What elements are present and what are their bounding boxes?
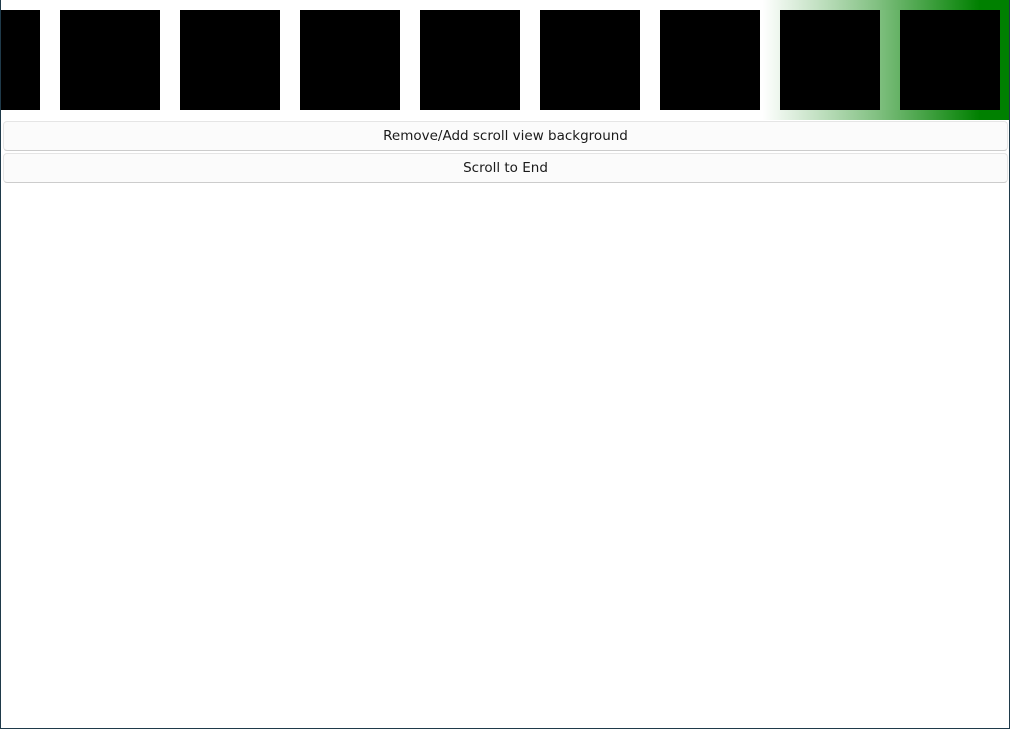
horizontal-scroll-viewer[interactable]: [1, 0, 1009, 120]
black-tile: [900, 10, 1000, 110]
black-tile: [780, 10, 880, 110]
app-window: Remove/Add scroll view background Scroll…: [0, 0, 1010, 729]
toggle-background-button[interactable]: Remove/Add scroll view background: [3, 121, 1008, 151]
black-tile: [540, 10, 640, 110]
black-tile: [420, 10, 520, 110]
scroll-to-end-button[interactable]: Scroll to End: [3, 153, 1008, 183]
black-tile: [1, 10, 40, 110]
black-tile: [180, 10, 280, 110]
black-tile: [60, 10, 160, 110]
black-tile: [300, 10, 400, 110]
black-tile: [660, 10, 760, 110]
